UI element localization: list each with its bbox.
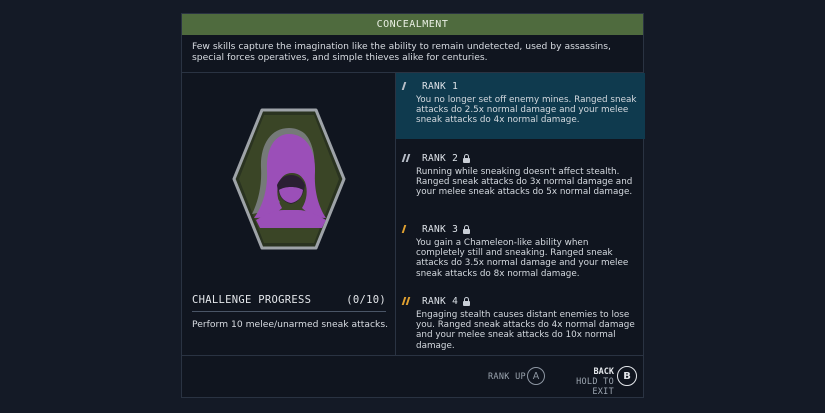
rank-1-item[interactable]: RANK 1 You no longer set off enemy mines…	[396, 73, 645, 139]
back-hint: BACK HOLD TO EXIT	[554, 367, 614, 397]
rank-description: You gain a Chameleon-like ability when c…	[416, 238, 629, 279]
rank-label: RANK 4	[422, 295, 459, 307]
rank-label: RANK 2	[422, 152, 459, 164]
lock-icon	[463, 224, 471, 234]
lock-icon	[463, 153, 471, 163]
divider	[182, 355, 643, 356]
hold-to-exit-label: HOLD TO EXIT	[576, 377, 614, 397]
back-button[interactable]: B	[617, 366, 637, 386]
divider	[192, 311, 386, 312]
hooded-figure-icon	[232, 108, 346, 250]
rank-2-item[interactable]: RANK 2 Running while sneaking doesn't af…	[396, 145, 645, 211]
back-label: BACK	[593, 367, 614, 377]
rank-up-button[interactable]: A	[527, 367, 545, 385]
rank-label: RANK 3	[422, 223, 459, 235]
skill-title: CONCEALMENT	[182, 14, 643, 35]
rank-4-item[interactable]: RANK 4 Engaging stealth causes distant e…	[396, 288, 645, 354]
challenge-progress: CHALLENGE PROGRESS (0/10)	[192, 294, 386, 306]
rank-pips-icon	[401, 82, 415, 90]
lock-icon	[463, 296, 471, 306]
skill-panel: CONCEALMENT Few skills capture the imagi…	[181, 13, 645, 398]
rank-up-label: RANK UP	[488, 372, 526, 382]
rank-description: Running while sneaking doesn't affect st…	[416, 167, 633, 198]
challenge-title: CHALLENGE PROGRESS	[192, 294, 312, 306]
challenge-task: Perform 10 melee/unarmed sneak attacks.	[192, 319, 389, 330]
skill-description: Few skills capture the imagination like …	[192, 41, 611, 63]
challenge-count: (0/10)	[346, 294, 386, 306]
rank-pips-icon	[401, 297, 415, 305]
rank-description: You no longer set off enemy mines. Range…	[416, 95, 637, 126]
rank-label: RANK 1	[422, 80, 459, 92]
rank-description: Engaging stealth causes distant enemies …	[416, 310, 635, 351]
rank-pips-icon	[401, 154, 415, 162]
rank-pips-icon	[401, 225, 415, 233]
rank-3-item[interactable]: RANK 3 You gain a Chameleon-like ability…	[396, 216, 645, 284]
